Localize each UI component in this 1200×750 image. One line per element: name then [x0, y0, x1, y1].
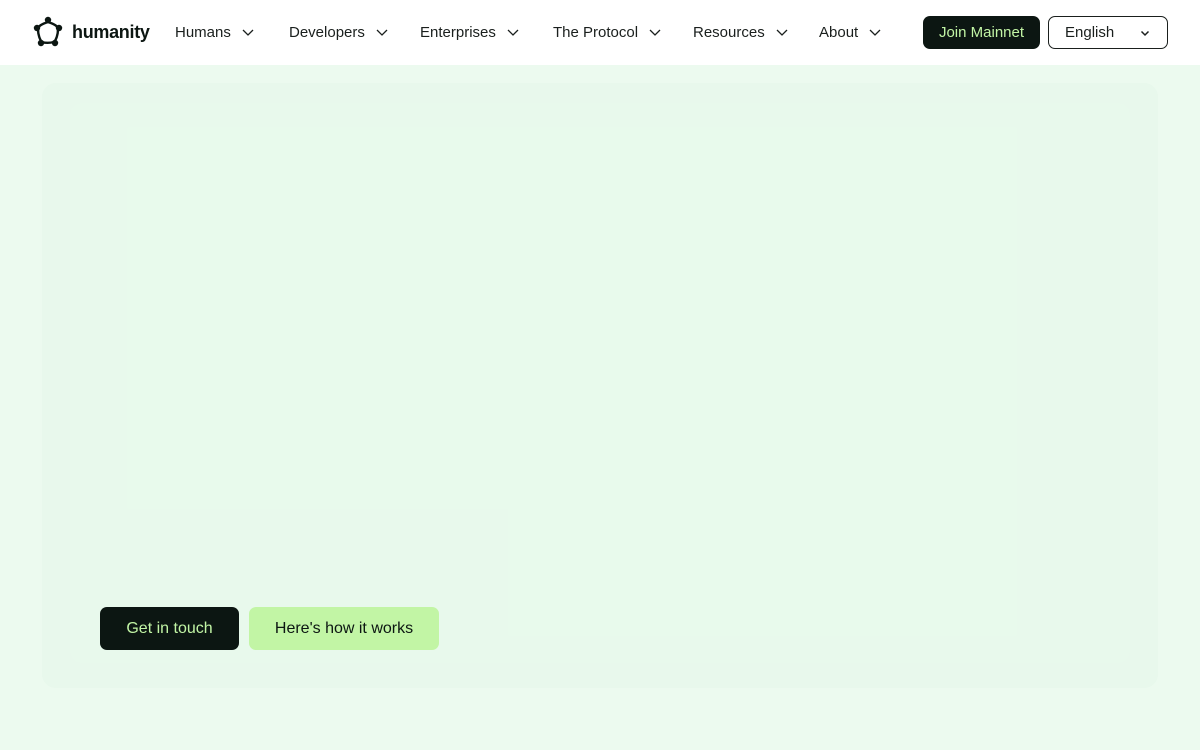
chevron-down-icon	[1140, 30, 1150, 37]
brand-name: humanity	[72, 21, 150, 42]
chevron-down-icon	[649, 29, 661, 36]
how-it-works-button[interactable]: Here's how it works	[249, 607, 439, 650]
chevron-down-icon	[869, 29, 881, 36]
get-in-touch-button[interactable]: Get in touch	[100, 607, 239, 650]
chevron-down-icon	[507, 29, 519, 36]
humanity-logo-icon	[33, 16, 63, 47]
chevron-down-icon	[376, 29, 388, 36]
hero-frame-inner	[70, 103, 1130, 663]
nav-item-resources[interactable]: Resources	[693, 20, 789, 44]
chevron-down-icon	[242, 29, 254, 36]
nav-item-label: Humans	[175, 23, 231, 41]
nav-item-about[interactable]: About	[819, 20, 882, 44]
language-select[interactable]: English	[1048, 16, 1168, 49]
nav-item-humans[interactable]: Humans	[175, 20, 255, 44]
nav-item-developers[interactable]: Developers	[289, 20, 389, 44]
nav-item-enterprises[interactable]: Enterprises	[420, 20, 520, 44]
nav-item-label: About	[819, 23, 859, 41]
nav-item-the-protocol[interactable]: The Protocol	[553, 20, 662, 44]
nav-item-label: Enterprises	[420, 23, 496, 41]
language-selected-value: English	[1065, 24, 1115, 41]
nav-item-label: Resources	[693, 23, 765, 41]
nav-item-label: The Protocol	[553, 23, 639, 41]
chevron-down-icon	[776, 29, 788, 36]
nav-item-label: Developers	[289, 23, 365, 41]
join-mainnet-button[interactable]: Join Mainnet	[923, 16, 1040, 49]
brand-logo[interactable]: humanity	[32, 15, 150, 49]
site-header: humanity Humans Developers Enterprises T…	[0, 0, 1200, 65]
